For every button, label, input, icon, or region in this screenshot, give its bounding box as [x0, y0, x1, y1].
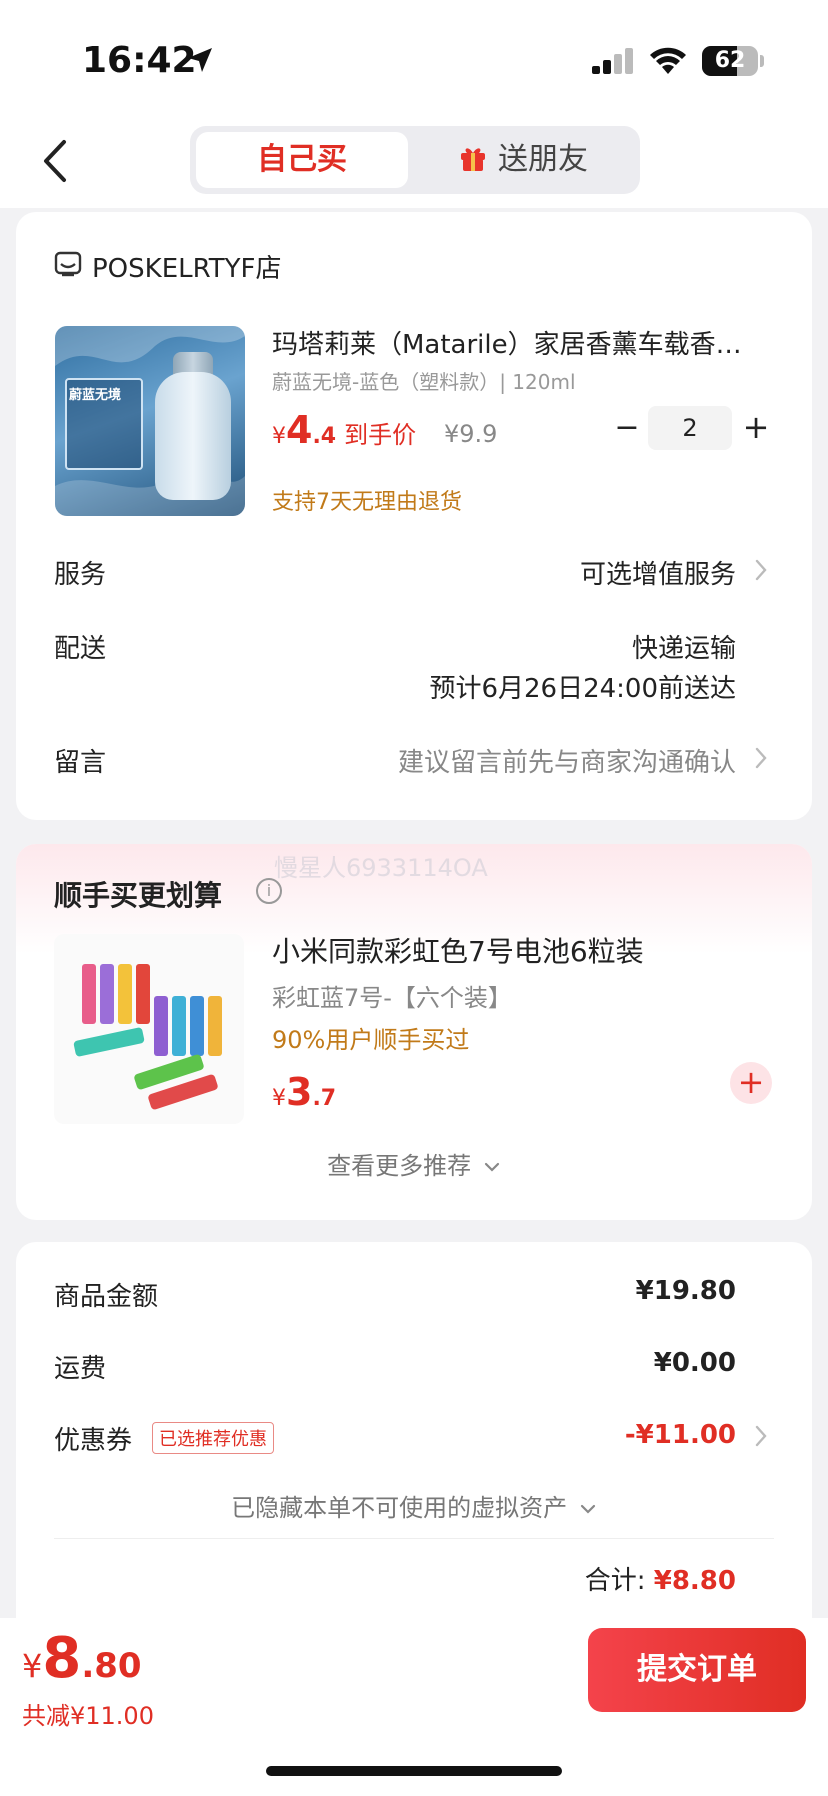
service-option[interactable]: 可选增值服务	[580, 554, 736, 591]
service-label: 服务	[54, 560, 107, 590]
product-spec[interactable]: 蔚蓝无境-蓝色（塑料款）| 120ml	[272, 366, 576, 395]
shop-name[interactable]: POSKELRTYF店	[92, 248, 282, 285]
total-label: 合计:	[584, 1566, 646, 1596]
recommended-product-name[interactable]: 小米同款彩虹色7号电池6粒装	[272, 930, 644, 970]
price-integer: 3	[286, 1070, 313, 1114]
price-label: 到手价	[344, 421, 417, 449]
delivery-eta: 预计6月26日24:00前送达	[429, 674, 736, 704]
total-value: ¥8.80	[653, 1566, 736, 1596]
chevron-down-icon	[484, 1162, 499, 1172]
recommended-product-spec: 彩虹蓝7号-【六个装】	[272, 984, 512, 1012]
status-time: 16:42	[82, 40, 197, 81]
price-decimal: .4	[312, 424, 337, 449]
submit-order-button[interactable]: 提交订单	[588, 1628, 806, 1712]
currency-symbol: ¥	[272, 424, 286, 449]
note-input[interactable]: 建议留言前先与商家沟通确认	[398, 742, 736, 779]
product-image-text: 蔚蓝无境	[69, 388, 122, 403]
price-integer: 4	[286, 408, 313, 452]
product-image[interactable]: 蔚蓝无境	[55, 326, 245, 516]
chevron-right-icon[interactable]	[754, 558, 768, 582]
quantity-decrease-button[interactable]: −	[612, 410, 642, 450]
checkout-bar: ¥8.80 共减¥11.00 提交订单	[0, 1618, 828, 1796]
checkout-total-price: ¥8.80	[22, 1626, 142, 1691]
chevron-right-icon[interactable]	[754, 1424, 768, 1448]
product-final-price: ¥4.4 到手价	[272, 408, 416, 452]
coupon-label: 优惠券	[54, 1426, 133, 1456]
shipping-label: 运费	[54, 1354, 107, 1384]
battery-percent: 62	[714, 48, 746, 73]
goods-amount-label: 商品金额	[54, 1282, 159, 1312]
purchase-mode-segmented: 自己买 送朋友	[190, 126, 640, 194]
shipping-value: ¥0.00	[653, 1348, 736, 1378]
return-policy: 支持7天无理由退货	[272, 490, 462, 515]
currency-symbol: ¥	[22, 1647, 43, 1685]
total-discount: 共减¥11.00	[22, 1702, 154, 1730]
gift-icon	[461, 147, 485, 171]
view-more-recommendations[interactable]: 查看更多推荐	[16, 1146, 812, 1181]
coupon-badge: 已选推荐优惠	[152, 1422, 274, 1454]
quantity-increase-button[interactable]: +	[738, 408, 774, 448]
order-item-card: POSKELRTYF店 蔚蓝无境 玛塔莉莱（Matarile）家居香薰车载香… …	[16, 212, 812, 820]
tab-friend-label: 送朋友	[498, 142, 588, 177]
total-line: 合计: ¥8.80	[585, 1560, 736, 1597]
chevron-right-icon[interactable]	[754, 746, 768, 770]
divider	[54, 1538, 774, 1539]
battery-tip	[760, 55, 764, 67]
price-summary-card: 商品金额 ¥19.80 运费 ¥0.00 优惠券 已选推荐优惠 -¥11.00 …	[16, 1242, 812, 1642]
location-arrow-icon	[188, 48, 212, 72]
note-label: 留言	[54, 748, 107, 778]
recommended-product-image[interactable]	[54, 934, 244, 1124]
recommended-product-price: ¥3.7	[272, 1070, 336, 1114]
recommendation-card: 慢星人6933114OA 顺手买更划算 i 小米同款彩虹色7号电池6粒装 彩虹蓝…	[16, 844, 812, 1220]
view-more-label: 查看更多推荐	[327, 1152, 472, 1180]
tab-gift-to-friend[interactable]: 送朋友	[418, 132, 628, 188]
bottle-graphic	[155, 372, 231, 500]
price-decimal: .7	[312, 1086, 337, 1111]
watermark-text: 慢星人6933114OA	[274, 854, 488, 882]
currency-symbol: ¥	[272, 1086, 286, 1111]
info-icon[interactable]: i	[256, 878, 282, 904]
recommendation-title: 顺手买更划算	[54, 879, 223, 912]
nav-bar: 自己买 送朋友	[0, 120, 828, 208]
tab-buy-for-self[interactable]: 自己买	[196, 132, 408, 188]
battery-icon: 62	[702, 46, 758, 76]
hidden-assets-label: 已隐藏本单不可使用的虚拟资产	[231, 1494, 568, 1522]
batteries-graphic	[73, 964, 222, 1110]
shop-icon	[54, 251, 82, 277]
chevron-down-icon	[580, 1504, 595, 1514]
status-bar: 16:42 62	[0, 0, 828, 120]
home-indicator	[266, 1766, 562, 1776]
product-title[interactable]: 玛塔莉莱（Matarile）家居香薰车载香…	[272, 324, 772, 361]
goods-amount-value: ¥19.80	[635, 1276, 736, 1306]
hidden-assets-toggle[interactable]: 已隐藏本单不可使用的虚拟资产	[16, 1488, 812, 1523]
delivery-label: 配送	[54, 634, 107, 664]
add-recommended-button[interactable]: +	[730, 1062, 772, 1104]
quantity-input[interactable]: 2	[648, 406, 732, 450]
coupon-value[interactable]: -¥11.00	[625, 1420, 736, 1450]
original-price: ¥9.9	[444, 420, 498, 448]
recommended-product-popularity: 90%用户顺手买过	[272, 1026, 470, 1054]
price-integer: 8	[42, 1626, 82, 1691]
signal-icon	[592, 48, 633, 74]
delivery-method: 快递运输	[631, 634, 736, 664]
back-arrow-icon[interactable]	[40, 138, 70, 184]
price-decimal: .80	[81, 1646, 142, 1686]
wifi-icon	[650, 47, 686, 74]
